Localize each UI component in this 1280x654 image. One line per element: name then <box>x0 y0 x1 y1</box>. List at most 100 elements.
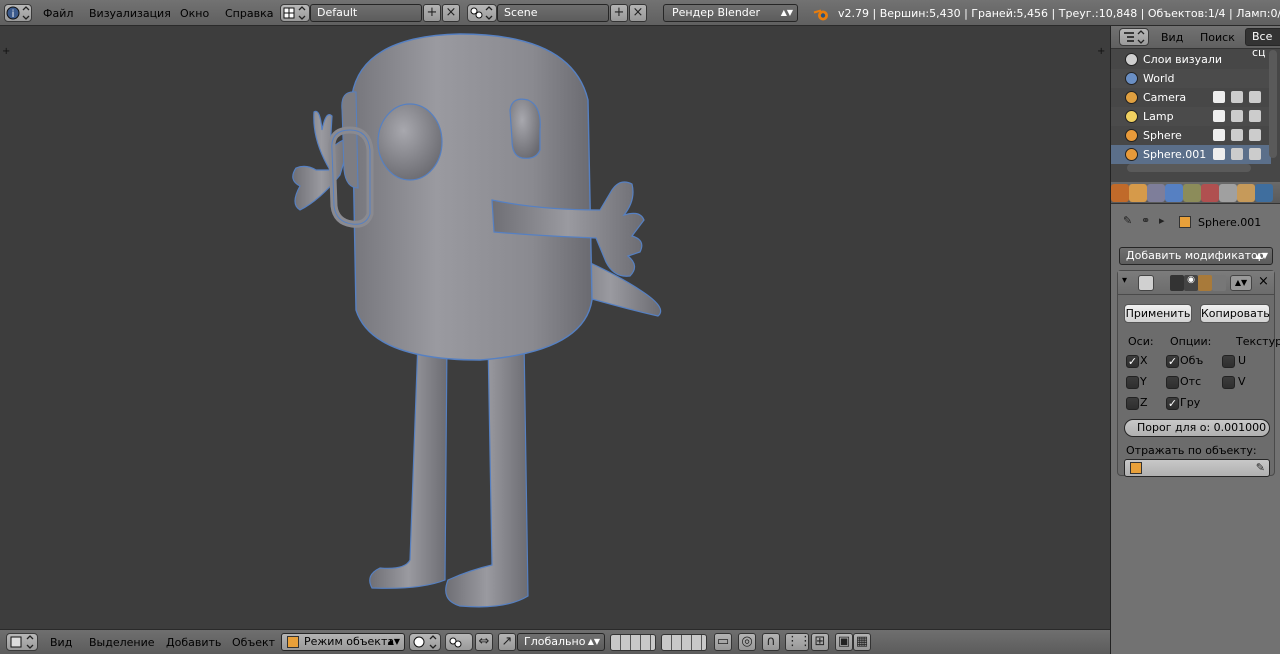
opengl-animation-button[interactable]: ▦ <box>853 633 871 651</box>
snap-target-button[interactable]: ⊞ <box>811 633 829 651</box>
outliner-menu-search[interactable]: Поиск <box>1200 31 1235 44</box>
pivot-point-select[interactable] <box>445 633 473 651</box>
render-camera-icon[interactable] <box>1249 148 1261 160</box>
menu-window[interactable]: Окно <box>180 4 209 23</box>
delete-layout-button[interactable]: × <box>442 4 460 22</box>
collapse-arrow-icon[interactable]: ▾ <box>1122 275 1127 286</box>
mirror-object-field[interactable]: ✎ <box>1124 459 1270 477</box>
eyedropper-icon[interactable]: ✎ <box>1256 460 1265 476</box>
scene-layers-2[interactable] <box>661 634 707 651</box>
scene-context-icon: ⚭ <box>1141 214 1151 227</box>
menu-add[interactable]: Добавить <box>166 636 221 649</box>
transform-orientation-icon-button[interactable]: ↗ <box>498 633 516 651</box>
menu-file[interactable]: Файл <box>43 4 73 23</box>
object-icon <box>1179 216 1191 228</box>
cursor-select-icon[interactable] <box>1231 148 1243 160</box>
solid-shading-icon <box>413 635 437 649</box>
eye-icon[interactable] <box>1213 129 1225 141</box>
area-split-plus-icon[interactable]: + <box>2 46 10 57</box>
pin-icon[interactable]: ✎ <box>1123 214 1132 227</box>
menu-view[interactable]: Вид <box>50 636 72 649</box>
tab-render-layers[interactable] <box>1111 184 1129 202</box>
outliner-scrollbar[interactable] <box>1269 50 1277 158</box>
outliner-item[interactable]: Lamp <box>1111 107 1271 126</box>
menu-object[interactable]: Объект <box>232 636 275 649</box>
axes-checkbox-1[interactable] <box>1126 376 1139 389</box>
copy-button[interactable]: Копировать <box>1200 304 1270 323</box>
texture-checkbox-0[interactable] <box>1222 355 1235 368</box>
texture-checkbox-1[interactable] <box>1222 376 1235 389</box>
editor-type-3d-view[interactable] <box>6 633 38 651</box>
outliner-menu-view[interactable]: Вид <box>1161 31 1183 44</box>
editor-type-button[interactable]: i <box>4 4 32 22</box>
screen-layout-browse[interactable] <box>280 4 310 22</box>
screen-layout-field[interactable]: Default <box>310 4 422 22</box>
snap-button[interactable]: ∩ <box>762 633 780 651</box>
tab-material-icon[interactable] <box>1201 184 1219 202</box>
cage-toggle-icon[interactable] <box>1212 275 1226 291</box>
eye-icon[interactable] <box>1213 110 1225 122</box>
cursor-select-icon[interactable] <box>1231 129 1243 141</box>
lock-layers-button[interactable]: ▭ <box>714 633 732 651</box>
render-engine-select[interactable]: Рендер Blender ▲▼ <box>663 4 798 22</box>
outliner-item[interactable]: Слои визуали <box>1111 50 1271 69</box>
scene-field[interactable]: Scene <box>497 4 609 22</box>
3d-viewport[interactable]: + + <box>0 26 1110 629</box>
move-updown-icon[interactable]: ▲▼ <box>1230 275 1252 291</box>
scene-browse[interactable] <box>467 4 497 22</box>
outliner-item[interactable]: World <box>1111 69 1271 88</box>
manipulator-toggle[interactable]: ⇔ <box>475 633 493 651</box>
options-checkbox-0[interactable]: ✓ <box>1166 355 1179 368</box>
delete-scene-button[interactable]: × <box>629 4 647 22</box>
opengl-render-button[interactable]: ▣ <box>835 633 853 651</box>
apply-button[interactable]: Применить <box>1124 304 1192 323</box>
menu-help[interactable]: Справка <box>225 4 273 23</box>
axes-checkbox-0[interactable]: ✓ <box>1126 355 1139 368</box>
add-layout-button[interactable]: + <box>423 4 441 22</box>
interaction-mode-select[interactable]: Режим объекта ▲▼ <box>281 633 405 651</box>
cursor-select-icon[interactable] <box>1231 110 1243 122</box>
outliner-hscrollbar[interactable] <box>1127 164 1251 172</box>
editmode-toggle-icon[interactable] <box>1198 275 1212 291</box>
render-toggle-icon[interactable] <box>1170 275 1184 291</box>
outliner-item[interactable]: Sphere <box>1111 126 1271 145</box>
outliner: Вид Поиск Все сц Слои визуали World Camera… <box>1110 26 1280 182</box>
viewport-shading-select[interactable] <box>409 633 441 651</box>
render-camera-icon[interactable] <box>1249 110 1261 122</box>
tab-physics-icon[interactable] <box>1255 184 1273 202</box>
lamp-icon <box>1125 110 1138 123</box>
options-checkbox-1[interactable] <box>1166 376 1179 389</box>
eye-icon[interactable] <box>1213 148 1225 160</box>
menu-select[interactable]: Выделение <box>89 636 155 649</box>
eye-icon[interactable] <box>1213 91 1225 103</box>
tab-particles-icon[interactable] <box>1237 184 1255 202</box>
tab-texture-icon[interactable] <box>1219 184 1237 202</box>
render-camera-icon[interactable] <box>1249 91 1261 103</box>
add-modifier-select[interactable]: Добавить модификатор ▲▼ <box>1119 247 1273 265</box>
menu-render[interactable]: Визуализация <box>89 4 171 23</box>
outliner-item[interactable]: Sphere.001 <box>1111 145 1271 164</box>
scene-layers-1[interactable] <box>610 634 656 651</box>
transform-orientation-select[interactable]: Глобально ▲▼ <box>517 633 605 651</box>
outliner-editor-type[interactable] <box>1119 28 1149 46</box>
mirror-modifier-panel: ▾ ◉ ▲▼ × Применить Копировать Оси: Опции… <box>1117 270 1280 477</box>
proportional-edit-button[interactable]: ◎ <box>738 633 756 651</box>
area-split-plus-icon-right[interactable]: + <box>1097 46 1105 57</box>
options-checkbox-2[interactable]: ✓ <box>1166 397 1179 410</box>
tab-modifiers-wrench-icon[interactable] <box>1165 184 1183 202</box>
cursor-select-icon[interactable] <box>1231 91 1243 103</box>
axes-checkbox-2[interactable] <box>1126 397 1139 410</box>
texture-label: Текстур <box>1236 335 1280 348</box>
outliner-item[interactable]: Camera <box>1111 88 1271 107</box>
tab-constraints-icon[interactable] <box>1147 184 1165 202</box>
remove-modifier-x-icon[interactable]: × <box>1258 274 1269 289</box>
tab-object-icon[interactable] <box>1129 184 1147 202</box>
realtime-eye-icon[interactable]: ◉ <box>1184 275 1198 291</box>
merge-threshold-field[interactable]: Порог для о: 0.001000 <box>1124 419 1270 437</box>
jake-model[interactable] <box>0 26 1110 629</box>
tab-data-icon[interactable] <box>1183 184 1201 202</box>
add-scene-button[interactable]: + <box>610 4 628 22</box>
snap-element-select[interactable]: ⋮⋮ <box>785 633 812 651</box>
render-camera-icon[interactable] <box>1249 129 1261 141</box>
outliner-display-mode[interactable]: Все сц <box>1245 28 1280 59</box>
